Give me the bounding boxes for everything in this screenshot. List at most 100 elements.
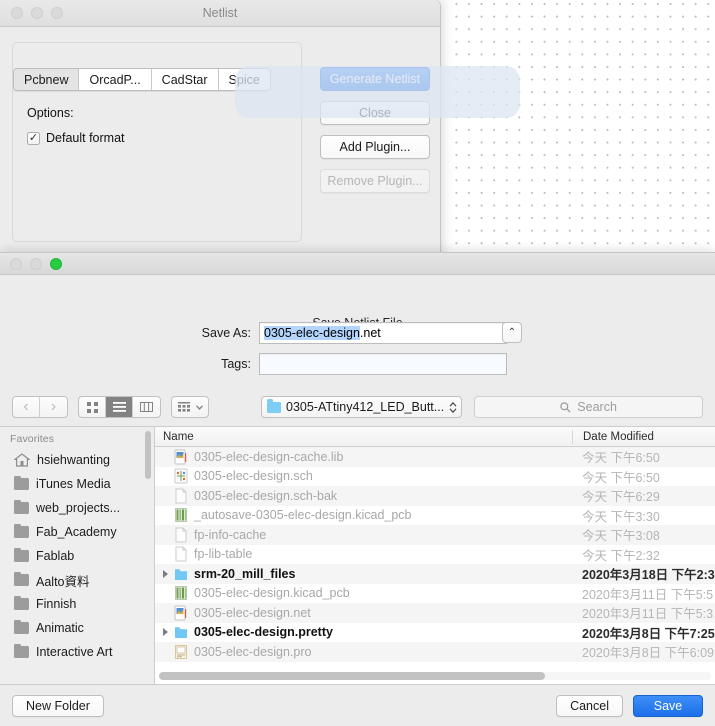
add-plugin-button[interactable]: Add Plugin... (320, 135, 430, 159)
sidebar-item-animatic[interactable]: Animatic (0, 616, 154, 640)
table-row[interactable]: 0305-elec-design.pro 2020年3月8日 下午6:09 (155, 642, 715, 662)
folder-icon (14, 550, 29, 562)
disclosure-triangle-icon (163, 453, 168, 461)
list-view-icon[interactable] (106, 397, 133, 417)
sidebar-item-label: Aalto資料 (36, 571, 90, 590)
disclosure-triangle-icon[interactable] (163, 628, 168, 636)
file-name: _autosave-0305-elec-design.kicad_pcb (194, 508, 412, 522)
default-format-checkbox-row[interactable]: ✓ Default format (27, 131, 125, 145)
sidebar-item-hsiehwanting[interactable]: hsiehwanting (0, 448, 154, 472)
arrange-icon[interactable] (172, 397, 208, 417)
table-row[interactable]: 0305-elec-design-cache.lib 今天 下午6:50 (155, 447, 715, 467)
sidebar-item-interactive-art[interactable]: Interactive Art (0, 640, 154, 664)
favorites-header: Favorites (0, 427, 154, 448)
new-folder-button[interactable]: New Folder (12, 695, 104, 717)
disclosure-triangle-icon (163, 492, 168, 500)
pcb-icon (174, 507, 188, 523)
search-input[interactable]: Search (474, 396, 703, 418)
table-row[interactable]: fp-lib-table 今天 下午2:32 (155, 545, 715, 565)
table-row[interactable]: 0305-elec-design.sch-bak 今天 下午6:29 (155, 486, 715, 506)
zoom-button-icon[interactable] (50, 258, 62, 270)
disclosure-triangle-icon (163, 589, 168, 597)
file-name: 0305-elec-design.net (194, 606, 311, 620)
table-row[interactable]: 0305-elec-design.pretty 2020年3月8日 下午7:25 (155, 623, 715, 643)
save-as-value-extension: .net (360, 326, 381, 340)
file-name: 0305-elec-design.sch (194, 469, 313, 483)
file-date: 今天 下午3:08 (572, 525, 715, 544)
folder-icon (14, 598, 29, 610)
tab-cadstar[interactable]: CadStar (152, 69, 219, 90)
remove-plugin-button: Remove Plugin... (320, 169, 430, 193)
forward-icon[interactable]: › (40, 397, 67, 417)
table-row[interactable]: srm-20_mill_files 2020年3月18日 下午2:3 (155, 564, 715, 584)
tags-input[interactable] (259, 353, 507, 375)
netlist-window: Netlist Pcbnew OrcadP... CadStar Spice O… (0, 0, 441, 256)
column-header-date-modified[interactable]: Date Modified (572, 430, 715, 444)
file-date: 2020年3月11日 下午5:5 (572, 584, 715, 603)
path-popup-button[interactable]: 0305-ATtiny412_LED_Butt... (261, 396, 462, 418)
favorites-sidebar: Favorites hsiehwanting iTunes Media web_… (0, 427, 155, 684)
blank-doc-icon (174, 527, 188, 543)
table-row[interactable]: 0305-elec-design.net 2020年3月11日 下午5:3 (155, 603, 715, 623)
column-header-name[interactable]: Name (155, 431, 572, 443)
table-row[interactable]: _autosave-0305-elec-design.kicad_pcb 今天 … (155, 506, 715, 526)
sidebar-item-label: web_projects... (36, 501, 120, 515)
cancel-button[interactable]: Cancel (556, 695, 623, 717)
table-row[interactable]: 0305-elec-design.kicad_pcb 2020年3月11日 下午… (155, 584, 715, 604)
save-window-titlebar[interactable] (0, 253, 715, 275)
table-row[interactable]: fp-info-cache 今天 下午3:08 (155, 525, 715, 545)
file-date: 今天 下午6:50 (572, 467, 715, 486)
netlist-body: Pcbnew OrcadP... CadStar Spice Options: … (0, 27, 440, 256)
blank-doc-icon (174, 488, 188, 504)
expand-browser-button[interactable]: ⌃ (502, 322, 522, 343)
folder-icon (14, 622, 29, 634)
file-date: 2020年3月8日 下午7:25 (572, 623, 715, 642)
save-as-input[interactable]: 0305-elec-design.net (259, 322, 507, 344)
sidebar-item-web-projects[interactable]: web_projects... (0, 496, 154, 520)
netlist-doc-icon (174, 605, 188, 621)
sidebar-item-aalto[interactable]: Aalto資料 (0, 568, 154, 592)
netlist-format-tabs[interactable]: Pcbnew OrcadP... CadStar Spice (13, 68, 271, 91)
scrollbar-thumb[interactable] (159, 672, 545, 680)
disclosure-triangle-icon (163, 550, 168, 558)
save-traffic-lights[interactable] (10, 258, 62, 270)
sidebar-item-label: Finnish (36, 597, 76, 611)
folder-blue-icon (174, 566, 188, 582)
sidebar-scrollbar-thumb[interactable] (145, 431, 151, 479)
home-icon (14, 453, 30, 467)
close-button-icon[interactable] (10, 258, 22, 270)
netlist-titlebar[interactable]: Netlist (0, 0, 440, 27)
file-date: 2020年3月11日 下午5:3 (572, 603, 715, 622)
tab-pcbnew[interactable]: Pcbnew (14, 69, 79, 90)
file-name: 0305-elec-design.pro (194, 645, 311, 659)
browser-toolbar: ‹ › 0305-ATtiny412_LED_Butt... (0, 388, 715, 426)
save-as-row: Save As: 0305-elec-design.net (185, 322, 507, 344)
file-name: 0305-elec-design.kicad_pcb (194, 586, 350, 600)
default-format-checkbox[interactable]: ✓ (27, 132, 40, 145)
tab-orcadpcb[interactable]: OrcadP... (79, 69, 151, 90)
table-row[interactable]: 0305-elec-design.sch 今天 下午6:50 (155, 467, 715, 487)
file-date: 今天 下午6:29 (572, 486, 715, 505)
nav-buttons[interactable]: ‹ › (12, 396, 68, 418)
column-view-icon[interactable] (133, 397, 160, 417)
file-list-horizontal-scrollbar[interactable] (159, 672, 711, 680)
arrange-button[interactable] (171, 396, 209, 418)
sidebar-item-itunes-media[interactable]: iTunes Media (0, 472, 154, 496)
minimize-button-icon[interactable] (30, 258, 42, 270)
blank-doc-icon (174, 546, 188, 562)
netlist-doc-icon (174, 449, 188, 465)
file-date: 2020年3月8日 下午6:09 (572, 642, 715, 661)
sidebar-item-finnish[interactable]: Finnish (0, 592, 154, 616)
tags-row: Tags: (185, 353, 507, 375)
file-date: 2020年3月18日 下午2:3 (572, 564, 715, 583)
save-button[interactable]: Save (633, 695, 703, 717)
back-icon[interactable]: ‹ (13, 397, 40, 417)
sidebar-item-fablab[interactable]: Fablab (0, 544, 154, 568)
project-icon (174, 644, 188, 660)
sidebar-item-fab-academy[interactable]: Fab_Academy (0, 520, 154, 544)
icon-view-icon[interactable] (79, 397, 106, 417)
disclosure-triangle-icon (163, 648, 168, 656)
view-mode-buttons[interactable] (78, 396, 161, 418)
disclosure-triangle-icon[interactable] (163, 570, 168, 578)
path-popup-label: 0305-ATtiny412_LED_Butt... (286, 400, 444, 414)
